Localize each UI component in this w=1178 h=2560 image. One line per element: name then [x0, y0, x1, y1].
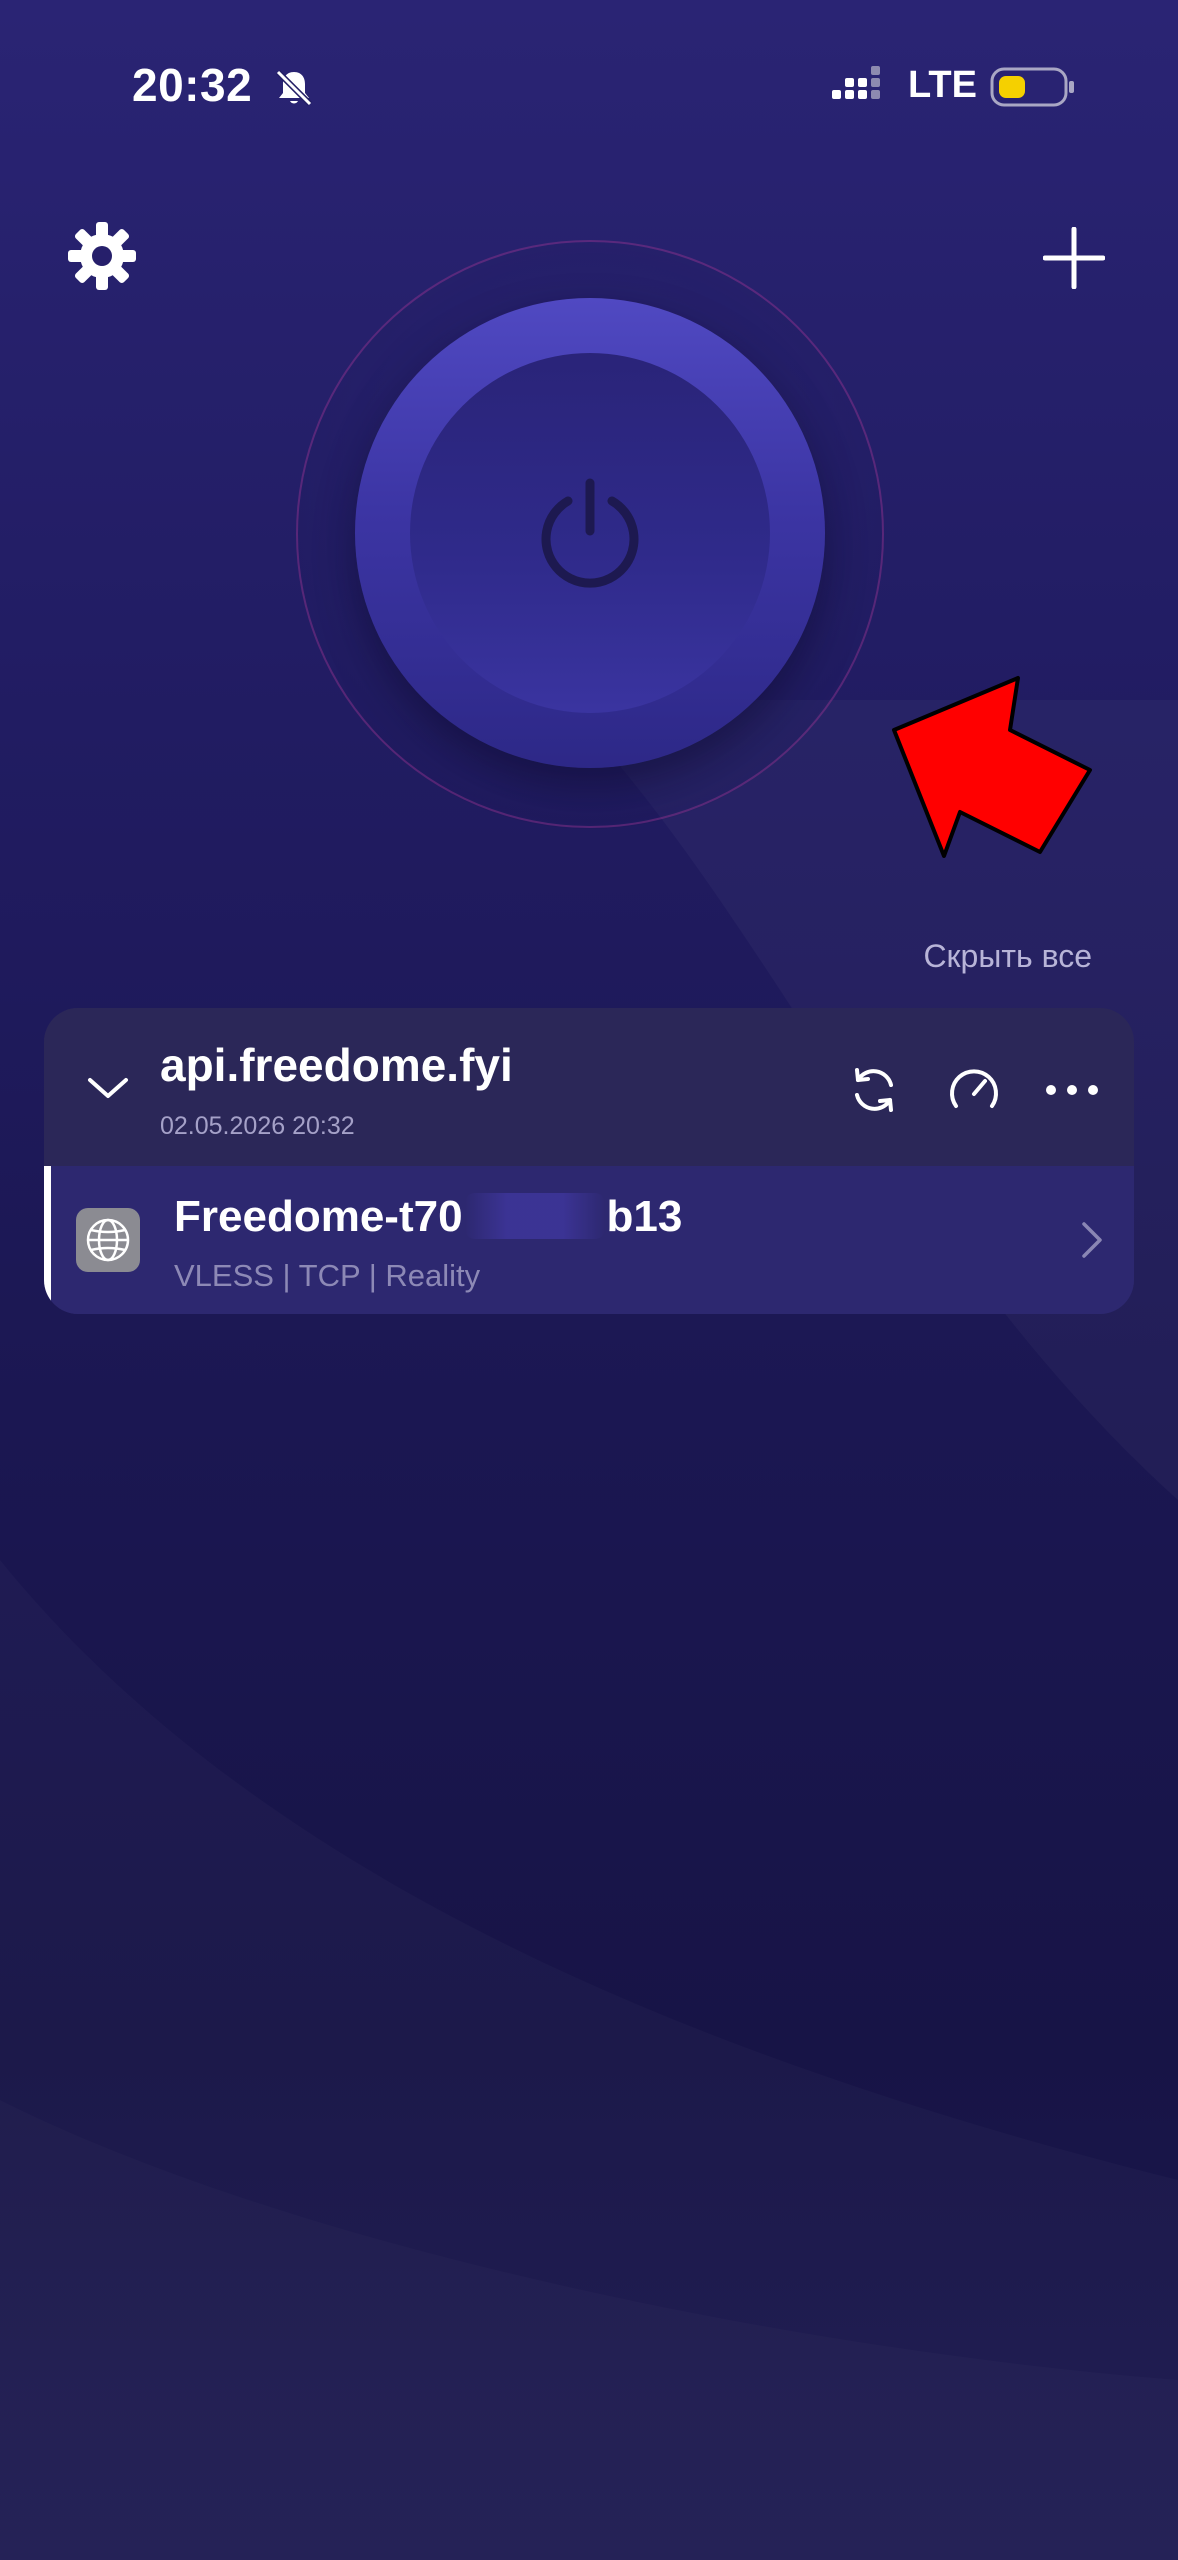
annotation-arrow-icon [892, 676, 1092, 858]
power-button[interactable] [355, 298, 825, 768]
power-button-inner [410, 353, 770, 713]
server-protocol: VLESS | TCP | Reality [174, 1258, 481, 1293]
network-type: LTE [908, 64, 977, 106]
add-button[interactable] [1034, 218, 1114, 298]
server-name: Freedome-t70 b13 [174, 1192, 682, 1242]
collapse-button[interactable] [78, 1058, 138, 1118]
speedtest-button[interactable] [944, 1060, 1004, 1120]
globe-icon [86, 1218, 130, 1262]
status-time: 20:32 [132, 59, 253, 111]
refresh-button[interactable] [844, 1060, 904, 1120]
refresh-icon [855, 1068, 893, 1112]
server-icon-tile [76, 1208, 140, 1272]
more-button[interactable] [1040, 1060, 1104, 1120]
settings-button[interactable] [62, 216, 142, 296]
hide-all-button[interactable]: Скрыть все [923, 938, 1092, 975]
chevron-down-icon [88, 1078, 128, 1098]
server-list-item[interactable]: Freedome-t70 b13 VLESS | TCP | Reality [44, 1166, 1134, 1314]
signal-icon [832, 66, 880, 99]
bell-mute-icon [275, 69, 313, 107]
battery-icon [990, 67, 1074, 107]
subscription-card: api.freedome.fyi 02.05.2026 20:32 Freedo… [44, 1008, 1134, 1314]
subscription-header[interactable]: api.freedome.fyi 02.05.2026 20:32 [44, 1008, 1134, 1166]
gear-icon [68, 222, 136, 290]
selected-indicator [44, 1166, 51, 1314]
subscription-updated: 02.05.2026 20:32 [160, 1112, 355, 1140]
server-name-prefix: Freedome-t70 [174, 1192, 463, 1241]
plus-icon [1043, 227, 1105, 289]
status-bar: 20:32 LTE [0, 0, 1178, 175]
redacted-region [464, 1193, 605, 1239]
more-icon [1046, 1085, 1098, 1095]
speedometer-icon [950, 1069, 998, 1108]
server-name-suffix: b13 [606, 1192, 683, 1241]
subscription-title: api.freedome.fyi [160, 1039, 513, 1091]
power-icon [541, 478, 639, 588]
chevron-right-icon [1082, 1222, 1102, 1258]
